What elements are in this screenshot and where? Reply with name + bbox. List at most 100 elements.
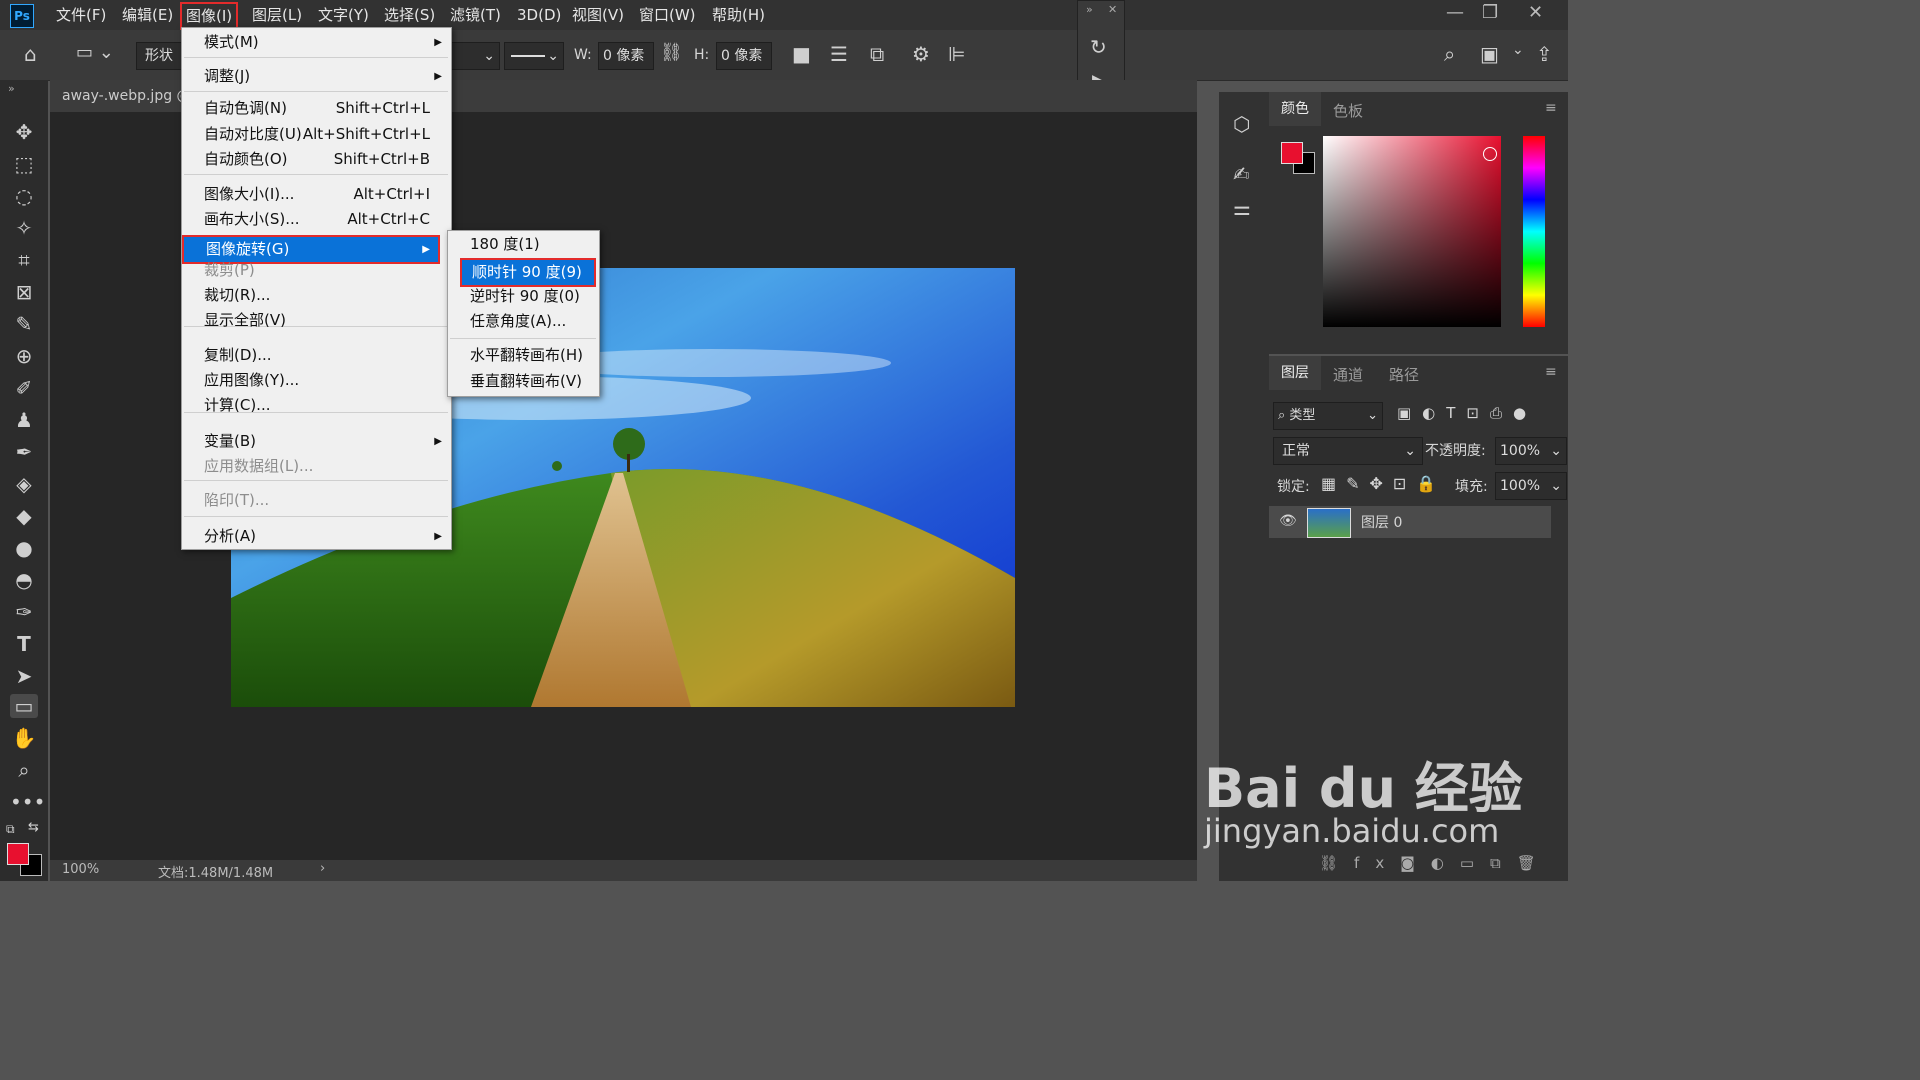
menu-item-rotate-90-cw[interactable]: 顺时针 90 度(9) (460, 258, 596, 287)
healing-brush-tool-icon[interactable]: ⊕ (10, 344, 38, 368)
filter-kind-select[interactable]: ⌕ 类型 ⌄ (1273, 402, 1383, 430)
rectangle-tool-preset-icon[interactable]: ▭ ⌄ (76, 42, 114, 63)
menu-item-canvas-size[interactable]: 画布大小(S)... Alt+Ctrl+C (182, 207, 450, 232)
paint-bucket-tool-icon[interactable]: ◆ (10, 504, 38, 528)
blur-tool-icon[interactable]: ● (10, 536, 38, 560)
menu-item-mode[interactable]: 模式(M) ▶ (182, 30, 450, 55)
eye-icon[interactable]: 👁 (1279, 513, 1297, 529)
width-input[interactable]: 0 像素 (598, 42, 654, 70)
default-colors-icon[interactable]: ⧉ (6, 822, 15, 837)
menu-item-calculations[interactable]: 计算(C)... (182, 393, 450, 418)
menu-item-adjustments[interactable]: 调整(J) ▶ (182, 64, 450, 89)
layer-name[interactable]: 图层 0 (1361, 512, 1402, 532)
history-brush-tool-icon[interactable]: ✒ (10, 440, 38, 464)
menu-window[interactable]: 窗口(W) (639, 0, 696, 30)
home-icon[interactable]: ⌂ (24, 42, 37, 66)
hand-tool-icon[interactable]: ✋ (10, 726, 38, 750)
menu-view[interactable]: 视图(V) (572, 0, 624, 30)
rectangle-tool-icon[interactable]: ▭ (10, 694, 38, 718)
3d-panel-icon[interactable]: ⬡ (1233, 112, 1250, 136)
menu-item-rotate-arbitrary[interactable]: 任意角度(A)... (448, 309, 598, 334)
menu-item-rotate-180[interactable]: 180 度(1) (448, 232, 598, 257)
more-tools-icon[interactable]: ••• (10, 790, 45, 814)
menu-3d[interactable]: 3D(D) (517, 0, 561, 30)
menu-item-reveal-all[interactable]: 显示全部(V) (182, 308, 450, 333)
path-arrangement-icon[interactable]: ⧉ (870, 42, 884, 66)
magic-wand-tool-icon[interactable]: ✧ (10, 216, 38, 240)
menu-type[interactable]: 文字(Y) (318, 0, 369, 30)
lock-options-icons[interactable]: ▦✎✥⊡🔒 (1321, 474, 1446, 493)
path-selection-tool-icon[interactable]: ➤ (10, 664, 38, 688)
color-picker-handle[interactable] (1483, 147, 1497, 161)
eyedropper-tool-icon[interactable]: ✎ (10, 312, 38, 336)
layer-row[interactable]: 👁 图层 0 (1269, 506, 1551, 538)
menu-select[interactable]: 选择(S) (384, 0, 435, 30)
path-alignment-icon[interactable]: ☰ (830, 42, 848, 66)
history-icon[interactable]: ↻ (1090, 35, 1107, 59)
tab-swatches[interactable]: 色板 (1333, 100, 1363, 121)
close-icon[interactable]: ✕ (1528, 2, 1543, 23)
menu-layer[interactable]: 图层(L) (252, 0, 302, 30)
eraser-tool-icon[interactable]: ◈ (10, 472, 38, 496)
tab-layers[interactable]: 图层 (1269, 356, 1321, 390)
swap-colors-icon[interactable]: ⇆ (28, 820, 39, 835)
document-tab[interactable]: away-.webp.jpg @ (62, 88, 191, 104)
foreground-color-swatch[interactable] (7, 843, 29, 865)
stamp-tool-icon[interactable]: ♟ (10, 408, 38, 432)
menu-item-duplicate[interactable]: 复制(D)... (182, 343, 450, 368)
menu-item-variables[interactable]: 变量(B) ▶ (182, 429, 450, 454)
menu-filter[interactable]: 滤镜(T) (450, 0, 501, 30)
tab-channels[interactable]: 通道 (1333, 364, 1363, 385)
menu-help[interactable]: 帮助(H) (712, 0, 765, 30)
zoom-tool-icon[interactable]: ⌕ (10, 758, 38, 782)
stroke-type-dropdown[interactable]: ⌄ (504, 42, 564, 70)
menu-item-analysis[interactable]: 分析(A) ▶ (182, 524, 450, 549)
tab-paths[interactable]: 路径 (1389, 364, 1419, 385)
type-tool-icon[interactable]: T (10, 632, 38, 656)
status-arrow-icon[interactable]: › (320, 861, 325, 876)
color-field[interactable] (1323, 136, 1501, 327)
marquee-tool-icon[interactable]: ⬚ (10, 152, 38, 176)
opacity-input[interactable]: 100% ⌄ (1495, 437, 1567, 465)
fill-dropdown[interactable]: ⌄ (450, 42, 500, 70)
expand-icon[interactable]: » (1086, 3, 1093, 16)
path-operations-icon[interactable]: ■ (792, 42, 811, 66)
shape-mode-select[interactable]: 形状 (136, 42, 182, 70)
workspace-icon[interactable]: ▣ (1480, 42, 1499, 66)
height-input[interactable]: 0 像素 (716, 42, 772, 70)
frame-tool-icon[interactable]: ⊠ (10, 280, 38, 304)
tab-color[interactable]: 颜色 (1269, 92, 1321, 126)
panel-menu-icon[interactable]: ≡ (1545, 364, 1557, 380)
close-icon[interactable]: ✕ (1108, 3, 1117, 16)
brush-tool-icon[interactable]: ✐ (10, 376, 38, 400)
blend-mode-select[interactable]: 正常 ⌄ (1273, 437, 1423, 465)
adjustments-icon[interactable]: ⚌ (1233, 196, 1251, 220)
dodge-tool-icon[interactable]: ◓ (10, 568, 38, 592)
foreground-color-swatch[interactable] (1281, 142, 1303, 164)
hue-slider[interactable] (1523, 136, 1545, 327)
menu-item-rotate-90-ccw[interactable]: 逆时针 90 度(0) (448, 284, 598, 309)
gear-icon[interactable]: ⚙ (912, 42, 930, 66)
brush-settings-icon[interactable]: ✍ (1233, 162, 1250, 186)
menu-item-auto-contrast[interactable]: 自动对比度(U) Alt+Shift+Ctrl+L (182, 122, 450, 147)
menu-item-auto-color[interactable]: 自动颜色(O) Shift+Ctrl+B (182, 147, 450, 172)
workspace-dropdown-icon[interactable]: ⌄ (1512, 42, 1524, 58)
share-icon[interactable]: ⇪ (1536, 42, 1553, 66)
menu-item-trim[interactable]: 裁切(R)... (182, 283, 450, 308)
menu-file[interactable]: 文件(F) (56, 0, 106, 30)
crop-tool-icon[interactable]: ⌗ (10, 248, 38, 272)
restore-icon[interactable]: ❐ (1482, 2, 1498, 23)
menu-item-auto-tone[interactable]: 自动色调(N) Shift+Ctrl+L (182, 96, 450, 121)
lasso-tool-icon[interactable]: ◌ (10, 184, 38, 208)
panel-menu-icon[interactable]: ≡ (1545, 100, 1557, 116)
minimize-icon[interactable]: — (1446, 2, 1464, 23)
layer-actions-icons[interactable]: ⛓fx◙◐▭⧉🗑 (1319, 854, 1552, 872)
menu-item-flip-vertical[interactable]: 垂直翻转画布(V) (448, 369, 598, 394)
align-edges-icon[interactable]: ⊫ (948, 42, 965, 66)
menu-item-image-size[interactable]: 图像大小(I)... Alt+Ctrl+I (182, 182, 450, 207)
layer-filter-icons[interactable]: ▣◐T⊡⎙● (1397, 404, 1537, 422)
fill-input[interactable]: 100% ⌄ (1495, 472, 1567, 500)
menu-item-flip-horizontal[interactable]: 水平翻转画布(H) (448, 343, 598, 368)
pen-tool-icon[interactable]: ✑ (10, 600, 38, 624)
zoom-level[interactable]: 100% (62, 862, 99, 877)
